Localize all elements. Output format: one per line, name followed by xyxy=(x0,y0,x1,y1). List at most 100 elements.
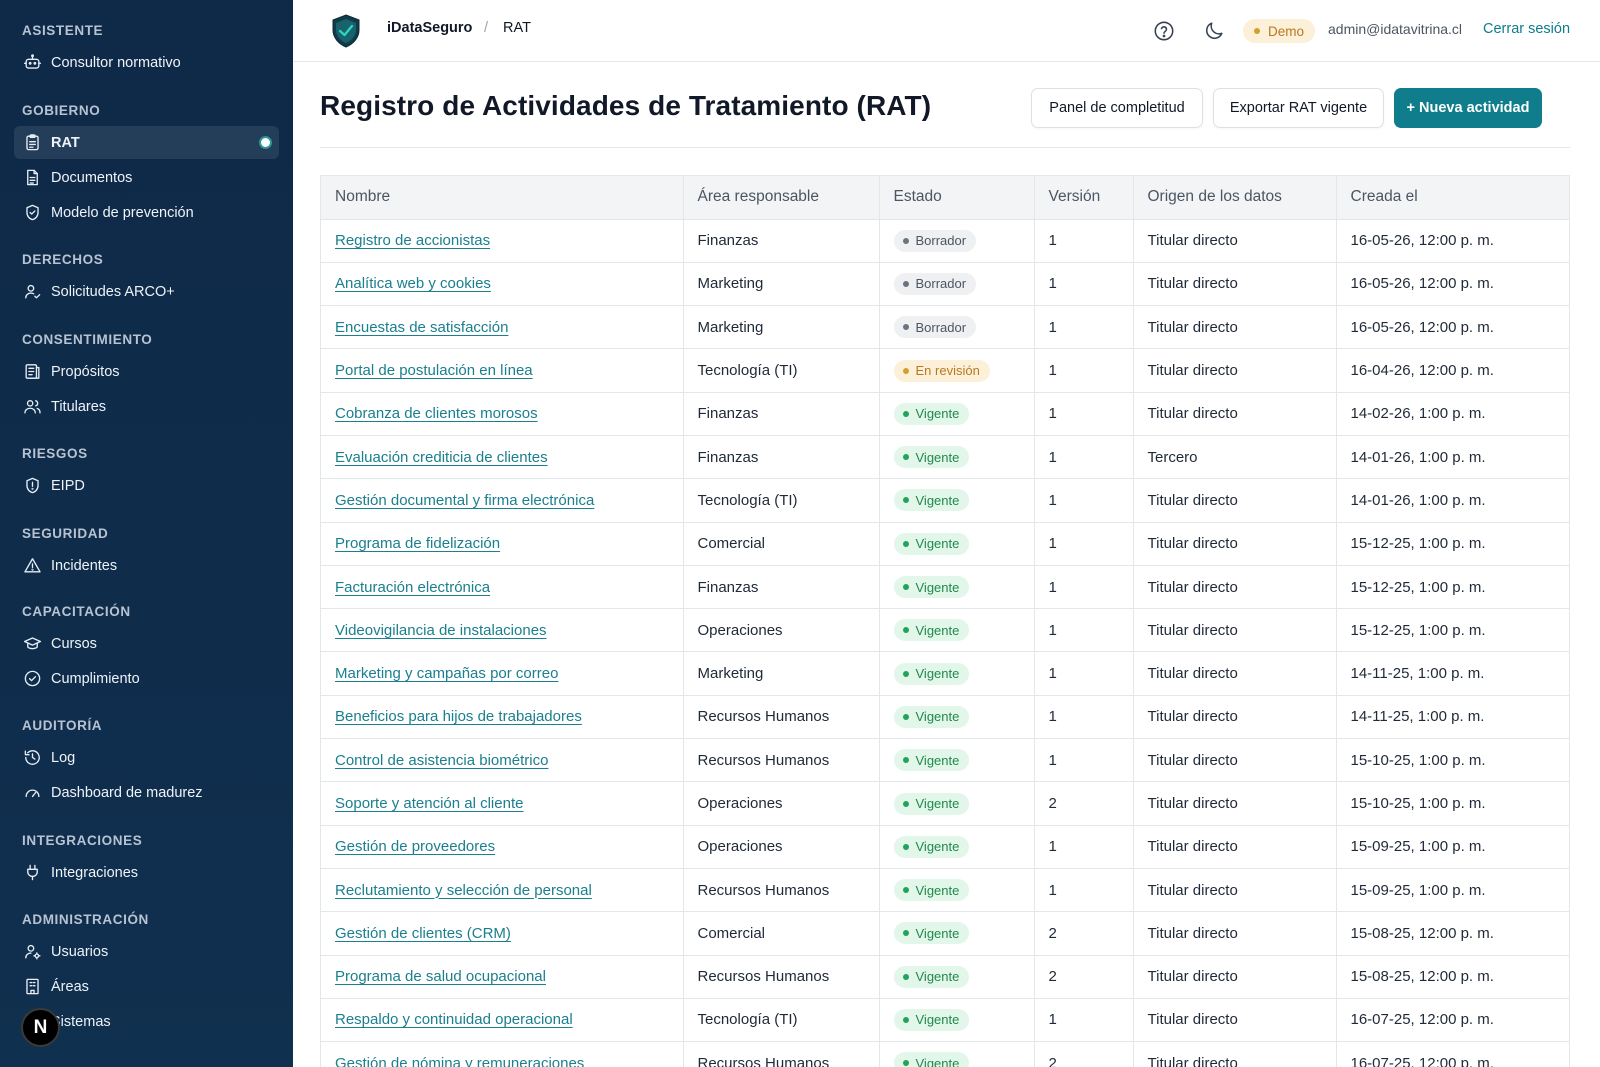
table-row[interactable]: Videovigilancia de instalaciones Operacio… xyxy=(321,608,1569,653)
users-icon xyxy=(22,397,42,417)
cell-created: 15-10-25, 1:00 p. m. xyxy=(1336,781,1569,826)
sidebar-item-cumplimiento[interactable]: Cumplimiento xyxy=(14,662,279,695)
status-label: Borrador xyxy=(915,233,967,249)
cell-area: Operaciones xyxy=(683,825,880,869)
sidebar-item-solicitudes-arco[interactable]: Solicitudes ARCO+ xyxy=(14,275,279,308)
cell-area: Recursos Humanos xyxy=(683,695,880,740)
table-row[interactable]: Gestión de clientes (CRM) Comercial Vigent… xyxy=(321,911,1569,956)
table-row[interactable]: Registro de accionistas Finanzas Borrador 1… xyxy=(321,219,1569,263)
clipboard-icon xyxy=(22,133,42,153)
sidebar-item-documentos[interactable]: Documentos xyxy=(14,161,279,194)
sidebar-item-areas[interactable]: Áreas xyxy=(14,970,279,1003)
activity-link[interactable]: Beneficios para hijos de trabajadores xyxy=(335,708,582,725)
gauge-icon xyxy=(22,783,42,803)
activity-link[interactable]: Evaluación crediticia de clientes xyxy=(335,449,548,466)
status-badge: Vigente xyxy=(893,619,970,642)
activity-link[interactable]: Gestión documental y firma electrónica xyxy=(335,492,594,509)
column-header-origin[interactable]: Origen de los datos xyxy=(1133,176,1337,220)
sidebar-item-incidentes[interactable]: Incidentes xyxy=(14,549,279,582)
activity-link[interactable]: Encuestas de satisfacción xyxy=(335,319,508,336)
sidebar-item-cursos[interactable]: Cursos xyxy=(14,627,279,660)
table-row[interactable]: Gestión de nómina y remuneraciones Recurs… xyxy=(321,1041,1569,1067)
activity-link[interactable]: Marketing y campañas por correo xyxy=(335,665,558,682)
activity-link[interactable]: Control de asistencia biométrico xyxy=(335,752,548,769)
active-indicator-dot xyxy=(261,138,270,147)
shield-logo-icon[interactable] xyxy=(331,14,361,48)
status-badge: Vigente xyxy=(893,402,970,425)
cell-origin: Titular directo xyxy=(1133,911,1337,956)
table-row[interactable]: Encuestas de satisfacción Marketing Borrad… xyxy=(321,305,1569,350)
activity-link[interactable]: Programa de salud ocupacional xyxy=(335,968,546,985)
cell-version: 1 xyxy=(1034,998,1134,1043)
table-row[interactable]: Cobranza de clientes morosos Finanzas Vige… xyxy=(321,392,1569,436)
activity-link[interactable]: Videovigilancia de instalaciones xyxy=(335,622,547,639)
status-badge: Vigente xyxy=(893,489,970,512)
table-row[interactable]: Analítica web y cookies Marketing Borrador… xyxy=(321,262,1569,307)
sidebar-item-titulares[interactable]: Titulares xyxy=(14,390,279,423)
sidebar-item-usuarios[interactable]: Usuarios xyxy=(14,935,279,968)
activity-link[interactable]: Reclutamiento y selección de personal xyxy=(335,882,592,899)
column-header-version[interactable]: Versión xyxy=(1034,176,1134,220)
table-row[interactable]: Control de asistencia biométrico Recursos… xyxy=(321,738,1569,783)
activity-link[interactable]: Registro de accionistas xyxy=(335,232,490,249)
activity-link[interactable]: Analítica web y cookies xyxy=(335,275,491,292)
cell-origin: Titular directo xyxy=(1133,305,1337,350)
table-row[interactable]: Portal de postulación en línea Tecnología… xyxy=(321,348,1569,393)
cell-origin: Titular directo xyxy=(1133,348,1337,393)
sidebar-item-rat[interactable]: RAT xyxy=(14,126,279,159)
floating-n-badge[interactable]: N xyxy=(21,1008,60,1047)
new-activity-button[interactable]: + Nueva actividad xyxy=(1394,88,1542,128)
activity-link[interactable]: Soporte y atención al cliente xyxy=(335,795,523,812)
table-row[interactable]: Facturación electrónica Finanzas Vigente 1 T… xyxy=(321,565,1569,610)
table-row[interactable]: Beneficios para hijos de trabajadores Rec… xyxy=(321,695,1569,740)
table-header-row: Nombre Área responsable Estado Versión O… xyxy=(321,176,1569,220)
activity-link[interactable]: Facturación electrónica xyxy=(335,579,490,596)
column-header-status[interactable]: Estado xyxy=(879,176,1035,220)
sidebar-item-eipd[interactable]: EIPD xyxy=(14,469,279,502)
sidebar-item-consultor-normativo[interactable]: Consultor normativo xyxy=(14,46,279,79)
activity-link[interactable]: Portal de postulación en línea xyxy=(335,362,533,379)
table-row[interactable]: Respaldo y continuidad operacional Tecnol… xyxy=(321,998,1569,1043)
plug-icon xyxy=(22,863,42,883)
activity-link[interactable]: Respaldo y continuidad operacional xyxy=(335,1011,573,1028)
activity-link[interactable]: Gestión de proveedores xyxy=(335,838,495,855)
brand-name[interactable]: iDataSeguro xyxy=(387,20,472,36)
table-row[interactable]: Soporte y atención al cliente Operaciones… xyxy=(321,781,1569,826)
status-badge: Borrador xyxy=(893,229,977,252)
activity-link[interactable]: Cobranza de clientes morosos xyxy=(335,405,538,422)
table-row[interactable]: Programa de fidelización Comercial Vigente… xyxy=(321,522,1569,566)
activity-link[interactable]: Gestión de clientes (CRM) xyxy=(335,925,511,942)
table-row[interactable]: Reclutamiento y selección de personal Rec… xyxy=(321,868,1569,913)
cell-created: 14-01-26, 1:00 p. m. xyxy=(1336,478,1569,523)
table-row[interactable]: Marketing y campañas por correo Marketing… xyxy=(321,651,1569,696)
completeness-panel-button[interactable]: Panel de completitud xyxy=(1031,88,1203,128)
table-row[interactable]: Evaluación crediticia de clientes Finanza… xyxy=(321,435,1569,480)
sidebar-item-propositos[interactable]: Propósitos xyxy=(14,355,279,388)
sidebar-item-integraciones[interactable]: Integraciones xyxy=(14,856,279,889)
cell-area: Finanzas xyxy=(683,392,880,436)
logout-link[interactable]: Cerrar sesión xyxy=(1483,21,1570,37)
table-row[interactable]: Gestión documental y firma electrónica Te… xyxy=(321,478,1569,523)
export-rat-button[interactable]: Exportar RAT vigente xyxy=(1213,88,1384,128)
cell-version: 2 xyxy=(1034,911,1134,956)
status-label: Vigente xyxy=(915,622,960,638)
table-row[interactable]: Programa de salud ocupacional Recursos Hu… xyxy=(321,955,1569,999)
sidebar-item-modelo-de-prevencion[interactable]: Modelo de prevención xyxy=(14,196,279,229)
sidebar-item-log[interactable]: Log xyxy=(14,741,279,774)
status-label: Vigente xyxy=(915,796,960,811)
status-label: Vigente xyxy=(915,1055,960,1067)
activity-link[interactable]: Programa de fidelización xyxy=(335,535,500,552)
sidebar-item-dashboard-de-madurez[interactable]: Dashboard de madurez xyxy=(14,776,279,809)
cell-name: Control de asistencia biométrico xyxy=(321,738,684,783)
sidebar-item-label: Cursos xyxy=(51,635,97,652)
dark-mode-toggle-icon[interactable] xyxy=(1203,20,1225,42)
help-icon[interactable] xyxy=(1153,20,1175,42)
cell-created: 16-04-26, 12:00 p. m. xyxy=(1336,348,1569,393)
cell-version: 1 xyxy=(1034,565,1134,610)
column-header-area[interactable]: Área responsable xyxy=(683,176,880,220)
column-header-name[interactable]: Nombre xyxy=(321,176,684,220)
table-row[interactable]: Gestión de proveedores Operaciones Vigente… xyxy=(321,825,1569,869)
column-header-created[interactable]: Creada el xyxy=(1336,176,1569,220)
cell-origin: Tercero xyxy=(1133,435,1337,480)
activity-link[interactable]: Gestión de nómina y remuneraciones xyxy=(335,1055,584,1067)
